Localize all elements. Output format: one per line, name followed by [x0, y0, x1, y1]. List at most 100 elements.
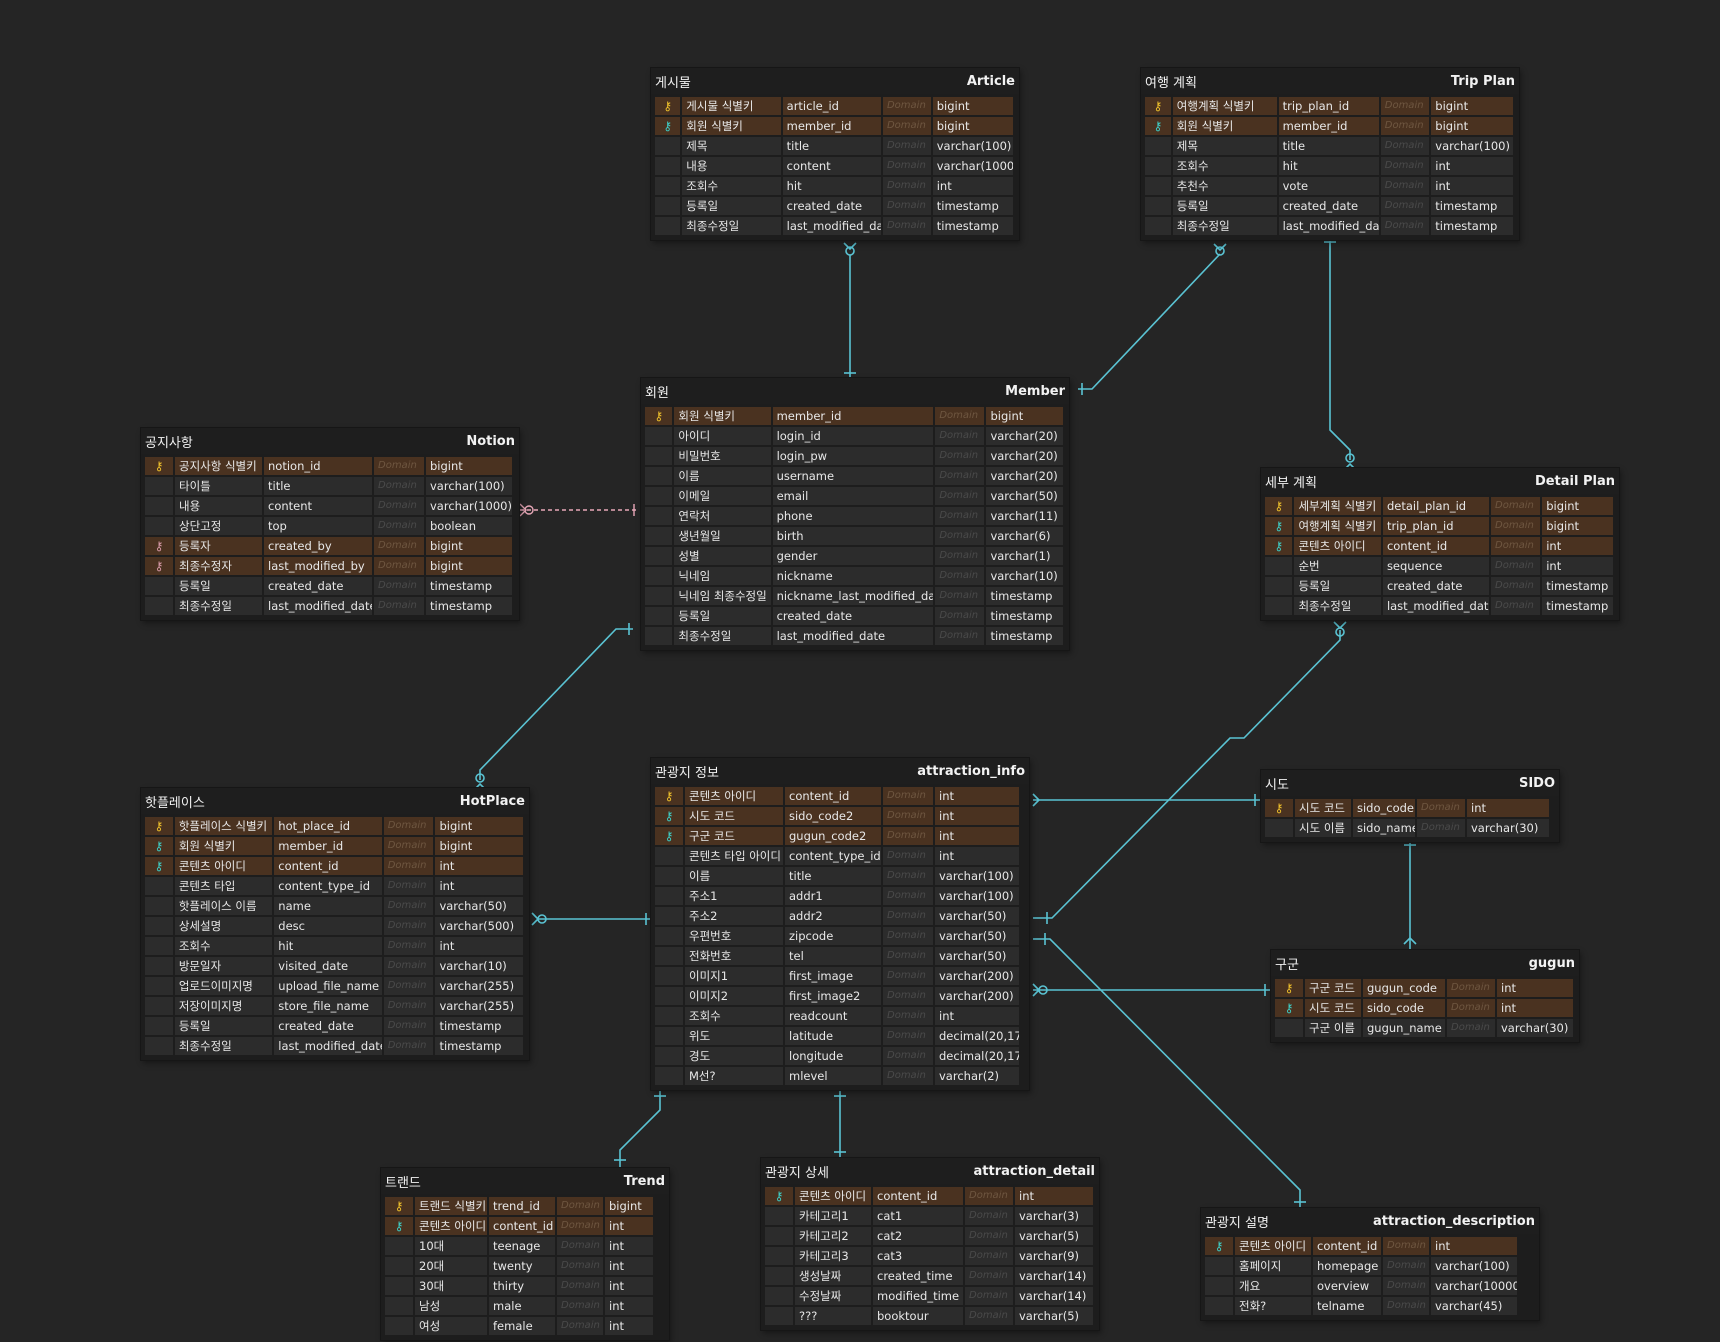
- entity-gugun[interactable]: 구군 gugun ⚷ 구군 코드 gugun_code Domain int ⚷ 시도 코드…: [1271, 950, 1579, 1042]
- entity-attraction-detail[interactable]: 관광지 상세 attraction_detail ⚷ 콘텐츠 아이디 content…: [761, 1158, 1099, 1330]
- column-row[interactable]: 닉네임 최종수정일 nickname_last_modified_date Doma…: [645, 586, 1065, 606]
- column-row[interactable]: 카테고리1 cat1 Domain varchar(3): [765, 1206, 1095, 1226]
- column-row[interactable]: 조회수 hit Domain int: [1145, 156, 1515, 176]
- entity-detail-plan[interactable]: 세부 계획 Detail Plan ⚷ 세부계획 식별키 detail_plan_i…: [1261, 468, 1619, 620]
- entity-hotplace[interactable]: 핫플레이스 HotPlace ⚷ 핫플레이스 식별키 hot_place_id Dom…: [141, 788, 529, 1060]
- column-row[interactable]: 경도 longitude Domain decimal(20,17): [655, 1046, 1025, 1066]
- column-row[interactable]: 이름 title Domain varchar(100): [655, 866, 1025, 886]
- entity-article[interactable]: 게시물 Article ⚷ 게시물 식별키 article_id Domain bigi…: [651, 68, 1019, 240]
- column-row[interactable]: 최종수정일last_modified_dateDomaintimestamp: [645, 626, 1065, 646]
- column-row[interactable]: M선? mlevel Domain varchar(2): [655, 1066, 1025, 1086]
- column-row[interactable]: ⚷ 시도 코드 sido_code Domain int: [1265, 798, 1555, 818]
- column-row[interactable]: 순번 sequence Domain int: [1265, 556, 1615, 576]
- column-row[interactable]: 이메일 email Domain varchar(50): [645, 486, 1065, 506]
- column-row[interactable]: 개요 overview Domain varchar(10000): [1205, 1276, 1535, 1296]
- column-row[interactable]: 수정날짜 modified_time Domain varchar(14): [765, 1286, 1095, 1306]
- column-row[interactable]: ??? booktour Domain varchar(5): [765, 1306, 1095, 1326]
- column-row[interactable]: ⚷ 회원 식별키 member_id Domain bigint: [1145, 116, 1515, 136]
- entity-notion[interactable]: 공지사항 Notion ⚷ 공지사항 식별키 notion_id Domain bigi…: [141, 428, 519, 620]
- column-row[interactable]: 우편번호 zipcode Domain varchar(50): [655, 926, 1025, 946]
- column-row[interactable]: 위도 latitude Domain decimal(20,17): [655, 1026, 1025, 1046]
- entity-member[interactable]: 회원 Member ⚷ 회원 식별키 member_id Domain bigint 아이…: [641, 378, 1069, 650]
- entity-trend[interactable]: 트랜드 Trend ⚷ 트랜드 식별키 trend_id Domain bigint ⚷ 콘…: [381, 1168, 669, 1340]
- column-row[interactable]: 등록일 created_date Domain timestamp: [645, 606, 1065, 626]
- column-row[interactable]: 남성 male Domain int: [385, 1296, 665, 1316]
- column-row[interactable]: 카테고리3 cat3 Domain varchar(9): [765, 1246, 1095, 1266]
- column-row[interactable]: ⚷ 회원 식별키 member_id Domain bigint: [645, 406, 1065, 426]
- column-row[interactable]: ⚷ 공지사항 식별키 notion_id Domain bigint: [145, 456, 515, 476]
- column-row[interactable]: 조회수 hit Domain int: [145, 936, 525, 956]
- entity-attraction-info[interactable]: 관광지 정보 attraction_info ⚷ 콘텐츠 아이디 content_i…: [651, 758, 1029, 1090]
- column-row[interactable]: 저장이미지명 store_file_name Domain varchar(255): [145, 996, 525, 1016]
- column-row[interactable]: 등록일 created_date Domain timestamp: [145, 576, 515, 596]
- column-row[interactable]: 제목 title Domain varchar(100): [1145, 136, 1515, 156]
- column-row[interactable]: 제목 title Domain varchar(100): [655, 136, 1015, 156]
- column-row[interactable]: 10대 teenage Domain int: [385, 1236, 665, 1256]
- column-row[interactable]: 조회수 hit Domain int: [655, 176, 1015, 196]
- column-row[interactable]: 내용 content Domain varchar(1000): [145, 496, 515, 516]
- column-row[interactable]: 이름 username Domain varchar(20): [645, 466, 1065, 486]
- column-row[interactable]: ⚷ 핫플레이스 식별키 hot_place_id Domain bigint: [145, 816, 525, 836]
- column-row[interactable]: 최종수정일last_modified_dateDomaintimestamp: [145, 596, 515, 616]
- column-row[interactable]: 상세설명 desc Domain varchar(500): [145, 916, 525, 936]
- column-row[interactable]: 방문일자 visited_date Domain varchar(10): [145, 956, 525, 976]
- column-row[interactable]: ⚷ 최종수정자 last_modified_by Domain bigint: [145, 556, 515, 576]
- entity-trip-plan[interactable]: 여행 계획 Trip Plan ⚷ 여행계획 식별키 trip_plan_id Dom…: [1141, 68, 1519, 240]
- column-row[interactable]: 연락처 phone Domain varchar(11): [645, 506, 1065, 526]
- column-row[interactable]: ⚷ 여행계획 식별키 trip_plan_id Domain bigint: [1145, 96, 1515, 116]
- column-row[interactable]: ⚷ 회원 식별키 member_id Domain bigint: [655, 116, 1015, 136]
- column-row[interactable]: 최종수정일last_modified_dateDomaintimestamp: [1145, 216, 1515, 236]
- column-row[interactable]: 이미지1 first_image Domain varchar(200): [655, 966, 1025, 986]
- column-row[interactable]: 조회수 readcount Domain int: [655, 1006, 1025, 1026]
- column-row[interactable]: 핫플레이스 이름 name Domain varchar(50): [145, 896, 525, 916]
- column-row[interactable]: ⚷ 콘텐츠 아이디 content_id Domain int: [1205, 1236, 1535, 1256]
- column-row[interactable]: 등록일 created_date Domain timestamp: [655, 196, 1015, 216]
- column-row[interactable]: 콘텐츠 타입 content_type_id Domain int: [145, 876, 525, 896]
- column-row[interactable]: 등록일 created_date Domain timestamp: [1265, 576, 1615, 596]
- column-row[interactable]: 여성 female Domain int: [385, 1316, 665, 1336]
- column-row[interactable]: 전화? telname Domain varchar(45): [1205, 1296, 1535, 1316]
- column-row[interactable]: 주소1 addr1 Domain varchar(100): [655, 886, 1025, 906]
- column-row[interactable]: ⚷ 등록자 created_by Domain bigint: [145, 536, 515, 556]
- column-row[interactable]: 아이디 login_id Domain varchar(20): [645, 426, 1065, 446]
- column-row[interactable]: 최종수정일last_modified_dateDomaintimestamp: [655, 216, 1015, 236]
- column-row[interactable]: 닉네임 nickname Domain varchar(10): [645, 566, 1065, 586]
- column-row[interactable]: ⚷ 트랜드 식별키 trend_id Domain bigint: [385, 1196, 665, 1216]
- column-row[interactable]: ⚷ 콘텐츠 아이디 content_id Domain int: [1265, 536, 1615, 556]
- column-row[interactable]: 홈페이지 homepage Domain varchar(100): [1205, 1256, 1535, 1276]
- column-row[interactable]: 20대 twenty Domain int: [385, 1256, 665, 1276]
- column-row[interactable]: 전화번호 tel Domain varchar(50): [655, 946, 1025, 966]
- entity-attraction-description[interactable]: 관광지 설명 attraction_description ⚷ 콘텐츠 아이디 co…: [1201, 1208, 1539, 1320]
- column-row[interactable]: 30대 thirty Domain int: [385, 1276, 665, 1296]
- column-row[interactable]: 구군 이름 gugun_name Domain varchar(30): [1275, 1018, 1575, 1038]
- column-row[interactable]: ⚷ 회원 식별키 member_id Domain bigint: [145, 836, 525, 856]
- column-row[interactable]: 시도 이름 sido_name Domain varchar(30): [1265, 818, 1555, 838]
- column-row[interactable]: 내용 content Domain varchar(1000): [655, 156, 1015, 176]
- column-row[interactable]: 등록일 created_date Domain timestamp: [1145, 196, 1515, 216]
- column-row[interactable]: ⚷ 콘텐츠 아이디 content_id Domain int: [655, 786, 1025, 806]
- column-row[interactable]: 최종수정일last_modified_dateDomaintimestamp: [1265, 596, 1615, 616]
- column-row[interactable]: 상단고정 top Domain boolean: [145, 516, 515, 536]
- column-row[interactable]: ⚷ 콘텐츠 아이디 content_id Domain int: [385, 1216, 665, 1236]
- column-row[interactable]: 생성날짜 created_time Domain varchar(14): [765, 1266, 1095, 1286]
- column-row[interactable]: 주소2 addr2 Domain varchar(50): [655, 906, 1025, 926]
- column-row[interactable]: ⚷ 시도 코드 sido_code Domain int: [1275, 998, 1575, 1018]
- column-row[interactable]: 콘텐츠 타입 아이디 content_type_id Domain int: [655, 846, 1025, 866]
- column-row[interactable]: 등록일 created_date Domain timestamp: [145, 1016, 525, 1036]
- column-row[interactable]: 업로드이미지명 upload_file_name Domain varchar(255…: [145, 976, 525, 996]
- column-row[interactable]: ⚷ 세부계획 식별키 detail_plan_id Domain bigint: [1265, 496, 1615, 516]
- column-row[interactable]: ⚷ 콘텐츠 아이디 content_id Domain int: [765, 1186, 1095, 1206]
- column-row[interactable]: 이미지2 first_image2 Domain varchar(200): [655, 986, 1025, 1006]
- column-row[interactable]: ⚷ 게시물 식별키 article_id Domain bigint: [655, 96, 1015, 116]
- column-row[interactable]: 최종수정일last_modified_dateDomaintimestamp: [145, 1036, 525, 1056]
- column-row[interactable]: ⚷ 콘텐츠 아이디 content_id Domain int: [145, 856, 525, 876]
- column-row[interactable]: 카테고리2 cat2 Domain varchar(5): [765, 1226, 1095, 1246]
- column-row[interactable]: ⚷ 구군 코드 gugun_code Domain int: [1275, 978, 1575, 998]
- column-row[interactable]: 타이틀 title Domain varchar(100): [145, 476, 515, 496]
- column-row[interactable]: ⚷ 시도 코드 sido_code2 Domain int: [655, 806, 1025, 826]
- column-row[interactable]: 생년월일 birth Domain varchar(6): [645, 526, 1065, 546]
- column-row[interactable]: ⚷ 구군 코드 gugun_code2 Domain int: [655, 826, 1025, 846]
- entity-sido[interactable]: 시도 SIDO ⚷ 시도 코드 sido_code Domain int 시도 이름 sid…: [1261, 770, 1559, 842]
- column-row[interactable]: 성별 gender Domain varchar(1): [645, 546, 1065, 566]
- column-row[interactable]: 비밀번호 login_pw Domain varchar(20): [645, 446, 1065, 466]
